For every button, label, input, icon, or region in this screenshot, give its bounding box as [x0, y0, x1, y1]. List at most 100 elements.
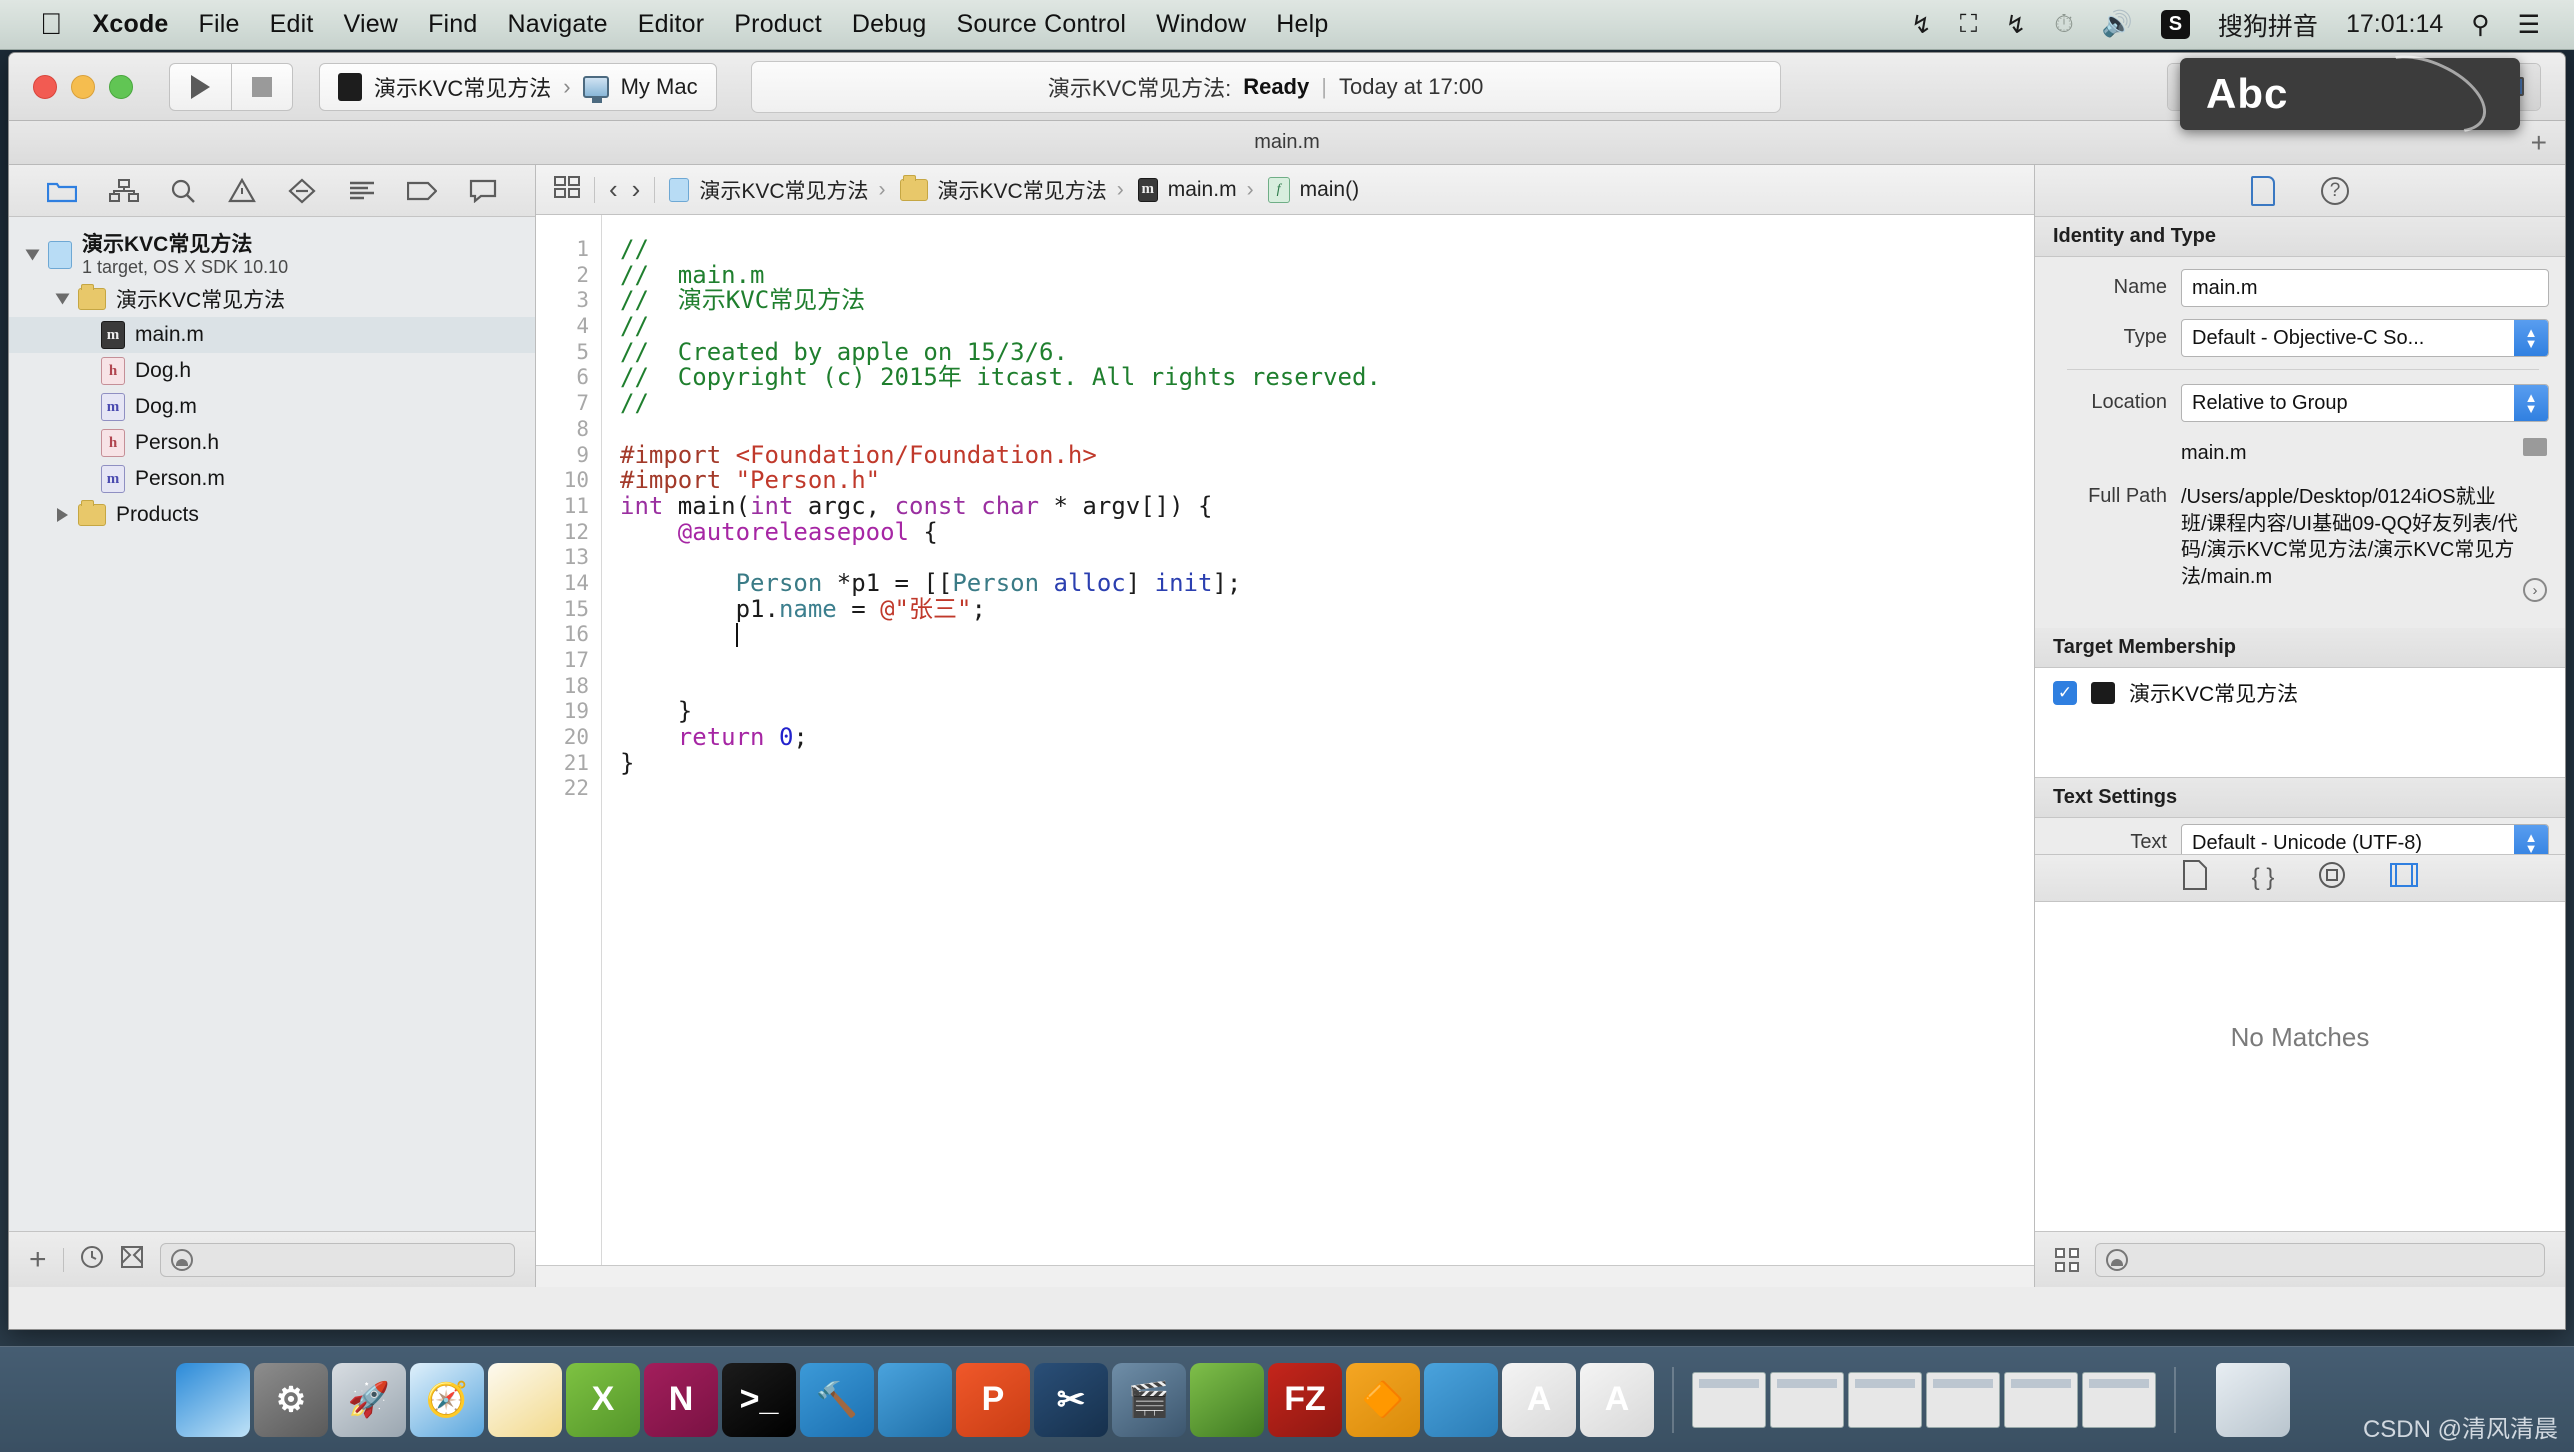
input-method-badge[interactable]: S [2160, 10, 2190, 39]
code-line[interactable]: // Copyright (c) 2015年 itcast. All right… [620, 365, 2034, 391]
code-line[interactable] [620, 674, 2034, 700]
tree-row-main-m[interactable]: m main.m [9, 317, 535, 353]
test-navigator-icon[interactable] [288, 178, 316, 204]
dock-item-dash[interactable] [1424, 1362, 1498, 1437]
menu-item-debug[interactable]: Debug [852, 10, 927, 39]
dock-item-finder[interactable] [176, 1362, 250, 1437]
dock-item-safari[interactable]: 🧭 [410, 1362, 484, 1437]
code-line[interactable]: return 0; [620, 724, 2034, 751]
add-file-button[interactable]: + [29, 1243, 47, 1277]
filter-icon[interactable] [120, 1245, 144, 1274]
back-button[interactable]: ‹ [609, 174, 618, 205]
bluetooth-icon[interactable]: ↯ [1911, 10, 1932, 40]
navigator-filter-field[interactable] [159, 1242, 515, 1277]
airdrop-icon[interactable]: ↯ [2005, 10, 2026, 40]
forward-button[interactable]: › [632, 174, 641, 205]
target-checkbox[interactable]: ✓ [2053, 681, 2077, 706]
code-line[interactable]: #import <Foundation/Foundation.h> [620, 442, 2034, 469]
object-library-icon[interactable] [2318, 861, 2346, 896]
tree-row-person-h[interactable]: h Person.h [9, 425, 535, 461]
code-line[interactable] [620, 776, 2034, 802]
code-line[interactable] [620, 545, 2034, 571]
run-button[interactable] [169, 62, 231, 111]
close-window-button[interactable] [33, 74, 57, 99]
code-line[interactable]: } [620, 699, 2034, 725]
dock-item-fliqlo[interactable] [1190, 1362, 1264, 1437]
disclosure-twisty-icon[interactable] [25, 249, 40, 261]
dock-minimized-window[interactable] [1692, 1371, 1766, 1428]
dock-item-simulator[interactable] [878, 1362, 952, 1437]
name-field[interactable]: main.m [2181, 269, 2549, 307]
dock-item-onenote[interactable]: N [644, 1362, 718, 1437]
screen-record-icon[interactable]: ⛶ [1960, 10, 1978, 39]
code-text[interactable]: //// main.m// 演示KVC常见方法//// Created by a… [602, 215, 2034, 1265]
clock-icon[interactable] [80, 1245, 104, 1274]
code-line[interactable] [620, 417, 2034, 443]
chevron-updown-icon[interactable]: ▲ ▼ [2514, 385, 2548, 421]
menu-item-file[interactable]: File [199, 10, 240, 39]
dock-item-snip[interactable]: ✂ [1034, 1362, 1108, 1437]
maximize-window-button[interactable] [109, 74, 133, 99]
input-method-label[interactable]: 搜狗拼音 [2218, 7, 2318, 43]
dock-item-vlc[interactable]: 🔶 [1346, 1362, 1420, 1437]
code-line[interactable]: p1.name = @"张三"; [620, 596, 2034, 623]
breakpoint-navigator-icon[interactable] [407, 180, 438, 202]
menu-item-help[interactable]: Help [1276, 10, 1328, 39]
dock-item-filezilla[interactable]: FZ [1268, 1362, 1342, 1437]
dock-item-xcode[interactable]: 🔨 [800, 1362, 874, 1437]
code-line[interactable]: Person *p1 = [[Person alloc] init]; [620, 570, 2034, 597]
code-line[interactable]: // [620, 390, 2034, 417]
menu-item-window[interactable]: Window [1156, 10, 1246, 39]
report-navigator-icon[interactable] [469, 179, 497, 203]
code-line[interactable]: #import "Person.h" [620, 467, 2034, 494]
symbol-navigator-icon[interactable] [108, 178, 139, 203]
code-snippet-library-icon[interactable]: { } [2252, 864, 2275, 892]
dock-minimized-window[interactable] [1848, 1371, 1922, 1428]
add-tab-button[interactable]: + [2531, 127, 2547, 159]
apple-logo-icon[interactable]:  [40, 9, 63, 40]
dock-item-notes[interactable] [488, 1362, 562, 1437]
active-tab-filename[interactable]: main.m [1254, 131, 1320, 154]
timemachine-icon[interactable]: ⏱ [2054, 10, 2074, 39]
code-line[interactable]: // main.m [620, 262, 2034, 289]
code-line[interactable] [620, 648, 2034, 674]
breadcrumb-project[interactable]: 演示KVC常见方法 › [669, 175, 886, 205]
type-select[interactable]: Default - Objective-C So... ▲ ▼ [2181, 319, 2549, 357]
code-line[interactable]: // Created by apple on 15/3/6. [620, 339, 2034, 366]
project-navigator-tree[interactable]: 演示KVC常见方法 1 target, OS X SDK 10.10 演示KVC… [9, 217, 535, 1231]
code-line[interactable]: int main(int argc, const char * argv[]) … [620, 493, 2034, 520]
dock-item-xmind[interactable]: X [566, 1362, 640, 1437]
dock-item-app-store-a[interactable]: A [1502, 1362, 1576, 1437]
dock-item-quicktime[interactable]: 🎬 [1112, 1362, 1186, 1437]
location-select[interactable]: Relative to Group ▲ ▼ [2181, 384, 2549, 422]
dock-item-terminal[interactable]: >_ [722, 1362, 796, 1437]
menu-item-view[interactable]: View [344, 10, 399, 39]
menu-item-xcode[interactable]: Xcode [93, 10, 169, 39]
menu-item-product[interactable]: Product [734, 10, 822, 39]
dock-item-system-preferences[interactable]: ⚙ [254, 1362, 328, 1437]
minimize-window-button[interactable] [71, 74, 95, 99]
code-area[interactable]: 1 2 3 4 5 6 7 8 9 10 11 12 13 14 15 16 17 18 19 20 21 22 ////… [536, 215, 2034, 1265]
dock-item-trash[interactable] [2216, 1362, 2290, 1437]
inspector-filter-field[interactable] [2095, 1242, 2545, 1277]
disclosure-twisty-icon[interactable] [57, 508, 68, 522]
menu-item-edit[interactable]: Edit [270, 10, 314, 39]
code-line[interactable]: // [620, 236, 2034, 263]
project-navigator-icon[interactable] [46, 179, 77, 203]
code-line[interactable]: // [620, 313, 2034, 340]
file-template-library-icon[interactable] [2182, 859, 2208, 897]
dock-minimized-window[interactable] [2004, 1371, 2078, 1428]
chevron-updown-icon[interactable]: ▲ ▼ [2514, 825, 2548, 855]
dock-item-pages[interactable]: P [956, 1362, 1030, 1437]
text-encoding-select[interactable]: Default - Unicode (UTF-8) ▲ ▼ [2181, 824, 2549, 855]
issue-navigator-icon[interactable] [228, 178, 257, 203]
breadcrumb-group[interactable]: 演示KVC常见方法 › [899, 174, 1124, 205]
file-inspector-icon[interactable] [2251, 175, 2275, 206]
debug-navigator-icon[interactable] [348, 180, 376, 202]
code-line[interactable]: // 演示KVC常见方法 [620, 288, 2034, 314]
menu-item-source-control[interactable]: Source Control [957, 10, 1127, 39]
menu-item-find[interactable]: Find [428, 10, 477, 39]
tree-row-project[interactable]: 演示KVC常见方法 1 target, OS X SDK 10.10 [9, 229, 535, 281]
stop-button[interactable] [231, 62, 293, 111]
target-membership-row[interactable]: ✓ 演示KVC常见方法 [2035, 668, 2565, 718]
